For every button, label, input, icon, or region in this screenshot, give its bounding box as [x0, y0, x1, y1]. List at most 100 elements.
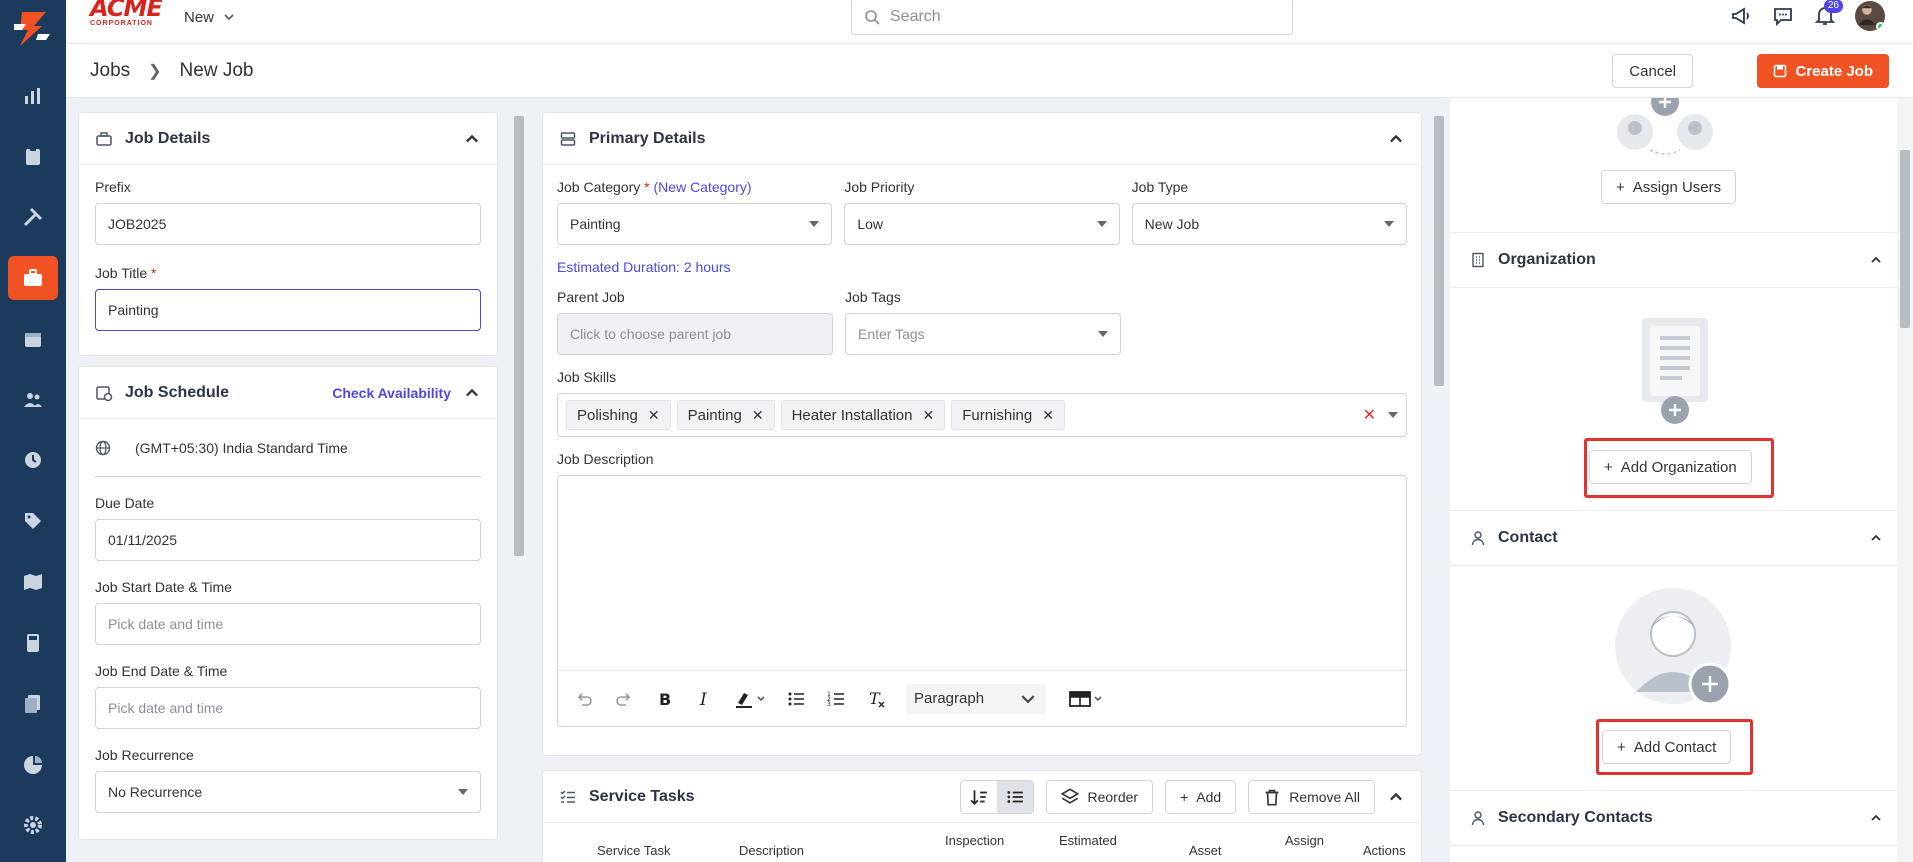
- user-avatar[interactable]: [1855, 1, 1885, 31]
- sort-view-icon[interactable]: [961, 781, 997, 813]
- right-panel-scrollbar[interactable]: [1897, 98, 1913, 862]
- nav-documents-icon[interactable]: [8, 682, 58, 726]
- app-logo-icon[interactable]: [8, 4, 58, 50]
- job-tags-label: Job Tags: [845, 289, 901, 305]
- chat-icon[interactable]: [1771, 4, 1795, 28]
- nav-calculator-icon[interactable]: [8, 621, 58, 665]
- add-contact-button[interactable]: + Add Contact: [1602, 730, 1732, 764]
- parent-job-input[interactable]: Click to choose parent job: [557, 313, 833, 355]
- create-job-button[interactable]: Create Job: [1757, 54, 1889, 88]
- table-icon[interactable]: [1066, 689, 1106, 709]
- notifications[interactable]: 26: [1813, 0, 1843, 30]
- megaphone-icon[interactable]: [1729, 4, 1753, 28]
- remove-chip-icon[interactable]: ✕: [752, 407, 764, 424]
- job-schedule-header[interactable]: Job Schedule Check Availability: [79, 367, 497, 419]
- new-category-link[interactable]: (New Category): [654, 179, 752, 195]
- due-date-input[interactable]: 01/11/2025: [95, 519, 481, 561]
- nav-calendar-icon[interactable]: [8, 317, 58, 361]
- cancel-button[interactable]: Cancel: [1612, 54, 1693, 88]
- add-organization-button[interactable]: + Add Organization: [1589, 450, 1752, 484]
- chevron-up-icon[interactable]: [463, 384, 481, 402]
- timezone-row[interactable]: (GMT+05:30) India Standard Time: [95, 419, 481, 477]
- highlight-icon[interactable]: [734, 689, 766, 709]
- middle-column-scrollbar[interactable]: [1432, 112, 1446, 852]
- nav-clipboard-icon[interactable]: [8, 134, 58, 178]
- online-status-dot: [1876, 22, 1885, 31]
- remove-chip-icon[interactable]: ✕: [922, 407, 934, 424]
- dropdown-caret-icon[interactable]: [1388, 412, 1398, 418]
- chevron-up-icon[interactable]: [1387, 788, 1405, 806]
- prefix-input[interactable]: JOB2025: [95, 203, 481, 245]
- remove-chip-icon[interactable]: ✕: [1042, 407, 1054, 424]
- secondary-contacts-header[interactable]: Secondary Contacts: [1450, 790, 1897, 846]
- timezone-value: (GMT+05:30) India Standard Time: [135, 439, 348, 456]
- nav-tools-icon[interactable]: [8, 195, 58, 239]
- job-title-label-text: Job Title: [95, 265, 148, 281]
- add-task-button[interactable]: + Add: [1165, 779, 1237, 814]
- nav-map-icon[interactable]: [8, 560, 58, 604]
- reorder-button[interactable]: Reorder: [1046, 779, 1154, 814]
- top-bar: ACME CORPORATION New 26: [66, 0, 1913, 44]
- organization-header[interactable]: Organization: [1450, 232, 1897, 288]
- required-mark: *: [151, 265, 157, 281]
- chevron-up-icon[interactable]: [1387, 130, 1405, 148]
- brand-logo[interactable]: ACME CORPORATION: [90, 0, 163, 30]
- remove-chip-icon[interactable]: ✕: [648, 407, 660, 424]
- clear-all-icon[interactable]: ✕: [1363, 405, 1376, 425]
- primary-details-title: Primary Details: [589, 129, 706, 147]
- chevron-up-icon[interactable]: [1869, 253, 1883, 267]
- clear-format-icon[interactable]: T: [866, 689, 886, 709]
- start-date-input[interactable]: Pick date and time: [95, 603, 481, 645]
- left-column-scrollbar[interactable]: [512, 112, 526, 852]
- job-title-input[interactable]: Painting: [95, 289, 481, 331]
- primary-details-header[interactable]: Primary Details: [543, 113, 1421, 165]
- chevron-up-icon[interactable]: [1869, 811, 1883, 825]
- scrollbar-thumb[interactable]: [1434, 116, 1444, 386]
- recurrence-select[interactable]: No Recurrence: [95, 771, 481, 813]
- nav-clock-icon[interactable]: [8, 438, 58, 482]
- remove-all-button[interactable]: Remove All: [1248, 779, 1375, 814]
- job-type-select[interactable]: New Job: [1131, 203, 1407, 245]
- view-toggle: [960, 779, 1035, 814]
- check-availability-link[interactable]: Check Availability: [332, 385, 451, 401]
- job-category-select[interactable]: Painting: [557, 203, 833, 245]
- list-view-icon[interactable]: [997, 780, 1034, 813]
- job-details-header[interactable]: Job Details: [79, 113, 497, 165]
- description-textarea[interactable]: [558, 476, 1406, 670]
- nav-jobs-icon[interactable]: [8, 256, 58, 300]
- trash-icon: [1265, 789, 1279, 806]
- col-estimated: Estimated: [1059, 833, 1117, 848]
- numbered-list-icon[interactable]: 123: [826, 689, 846, 709]
- end-date-input[interactable]: Pick date and time: [95, 687, 481, 729]
- breadcrumb-jobs[interactable]: Jobs: [90, 60, 130, 82]
- bullet-list-icon[interactable]: [786, 689, 806, 709]
- chevron-up-icon[interactable]: [463, 130, 481, 148]
- nav-settings-icon[interactable]: [8, 803, 58, 847]
- job-tags-input[interactable]: Enter Tags: [845, 313, 1121, 355]
- undo-icon[interactable]: [574, 689, 594, 709]
- assign-users-label: Assign Users: [1632, 178, 1722, 196]
- scrollbar-thumb[interactable]: [514, 116, 524, 556]
- job-priority-select[interactable]: Low: [844, 203, 1120, 245]
- nav-reports-icon[interactable]: [8, 743, 58, 787]
- chevron-up-icon[interactable]: [1869, 531, 1883, 545]
- bold-icon[interactable]: B: [654, 689, 674, 709]
- new-menu[interactable]: New: [184, 7, 236, 27]
- job-skills-input[interactable]: Polishing ✕ Painting ✕ Heater Installation…: [557, 393, 1407, 437]
- paragraph-select[interactable]: Paragraph: [906, 683, 1046, 714]
- service-tasks-table-header: Service Task Description Inspection Esti…: [543, 823, 1421, 862]
- layers-icon: [1061, 787, 1080, 804]
- nav-tag-icon[interactable]: [8, 499, 58, 543]
- chevron-right-icon: ❯: [148, 63, 162, 80]
- search-box[interactable]: [851, 0, 1293, 35]
- nav-users-icon[interactable]: [8, 378, 58, 422]
- nav-dashboard-icon[interactable]: [8, 74, 58, 118]
- search-input[interactable]: [890, 7, 1270, 26]
- redo-icon[interactable]: [614, 689, 634, 709]
- notification-badge: 26: [1823, 0, 1843, 13]
- contact-header[interactable]: Contact: [1450, 510, 1897, 566]
- assign-users-button[interactable]: + Assign Users: [1601, 170, 1737, 204]
- italic-icon[interactable]: I: [694, 689, 714, 709]
- brand-sub: CORPORATION: [90, 20, 153, 27]
- scrollbar-thumb[interactable]: [1900, 150, 1910, 328]
